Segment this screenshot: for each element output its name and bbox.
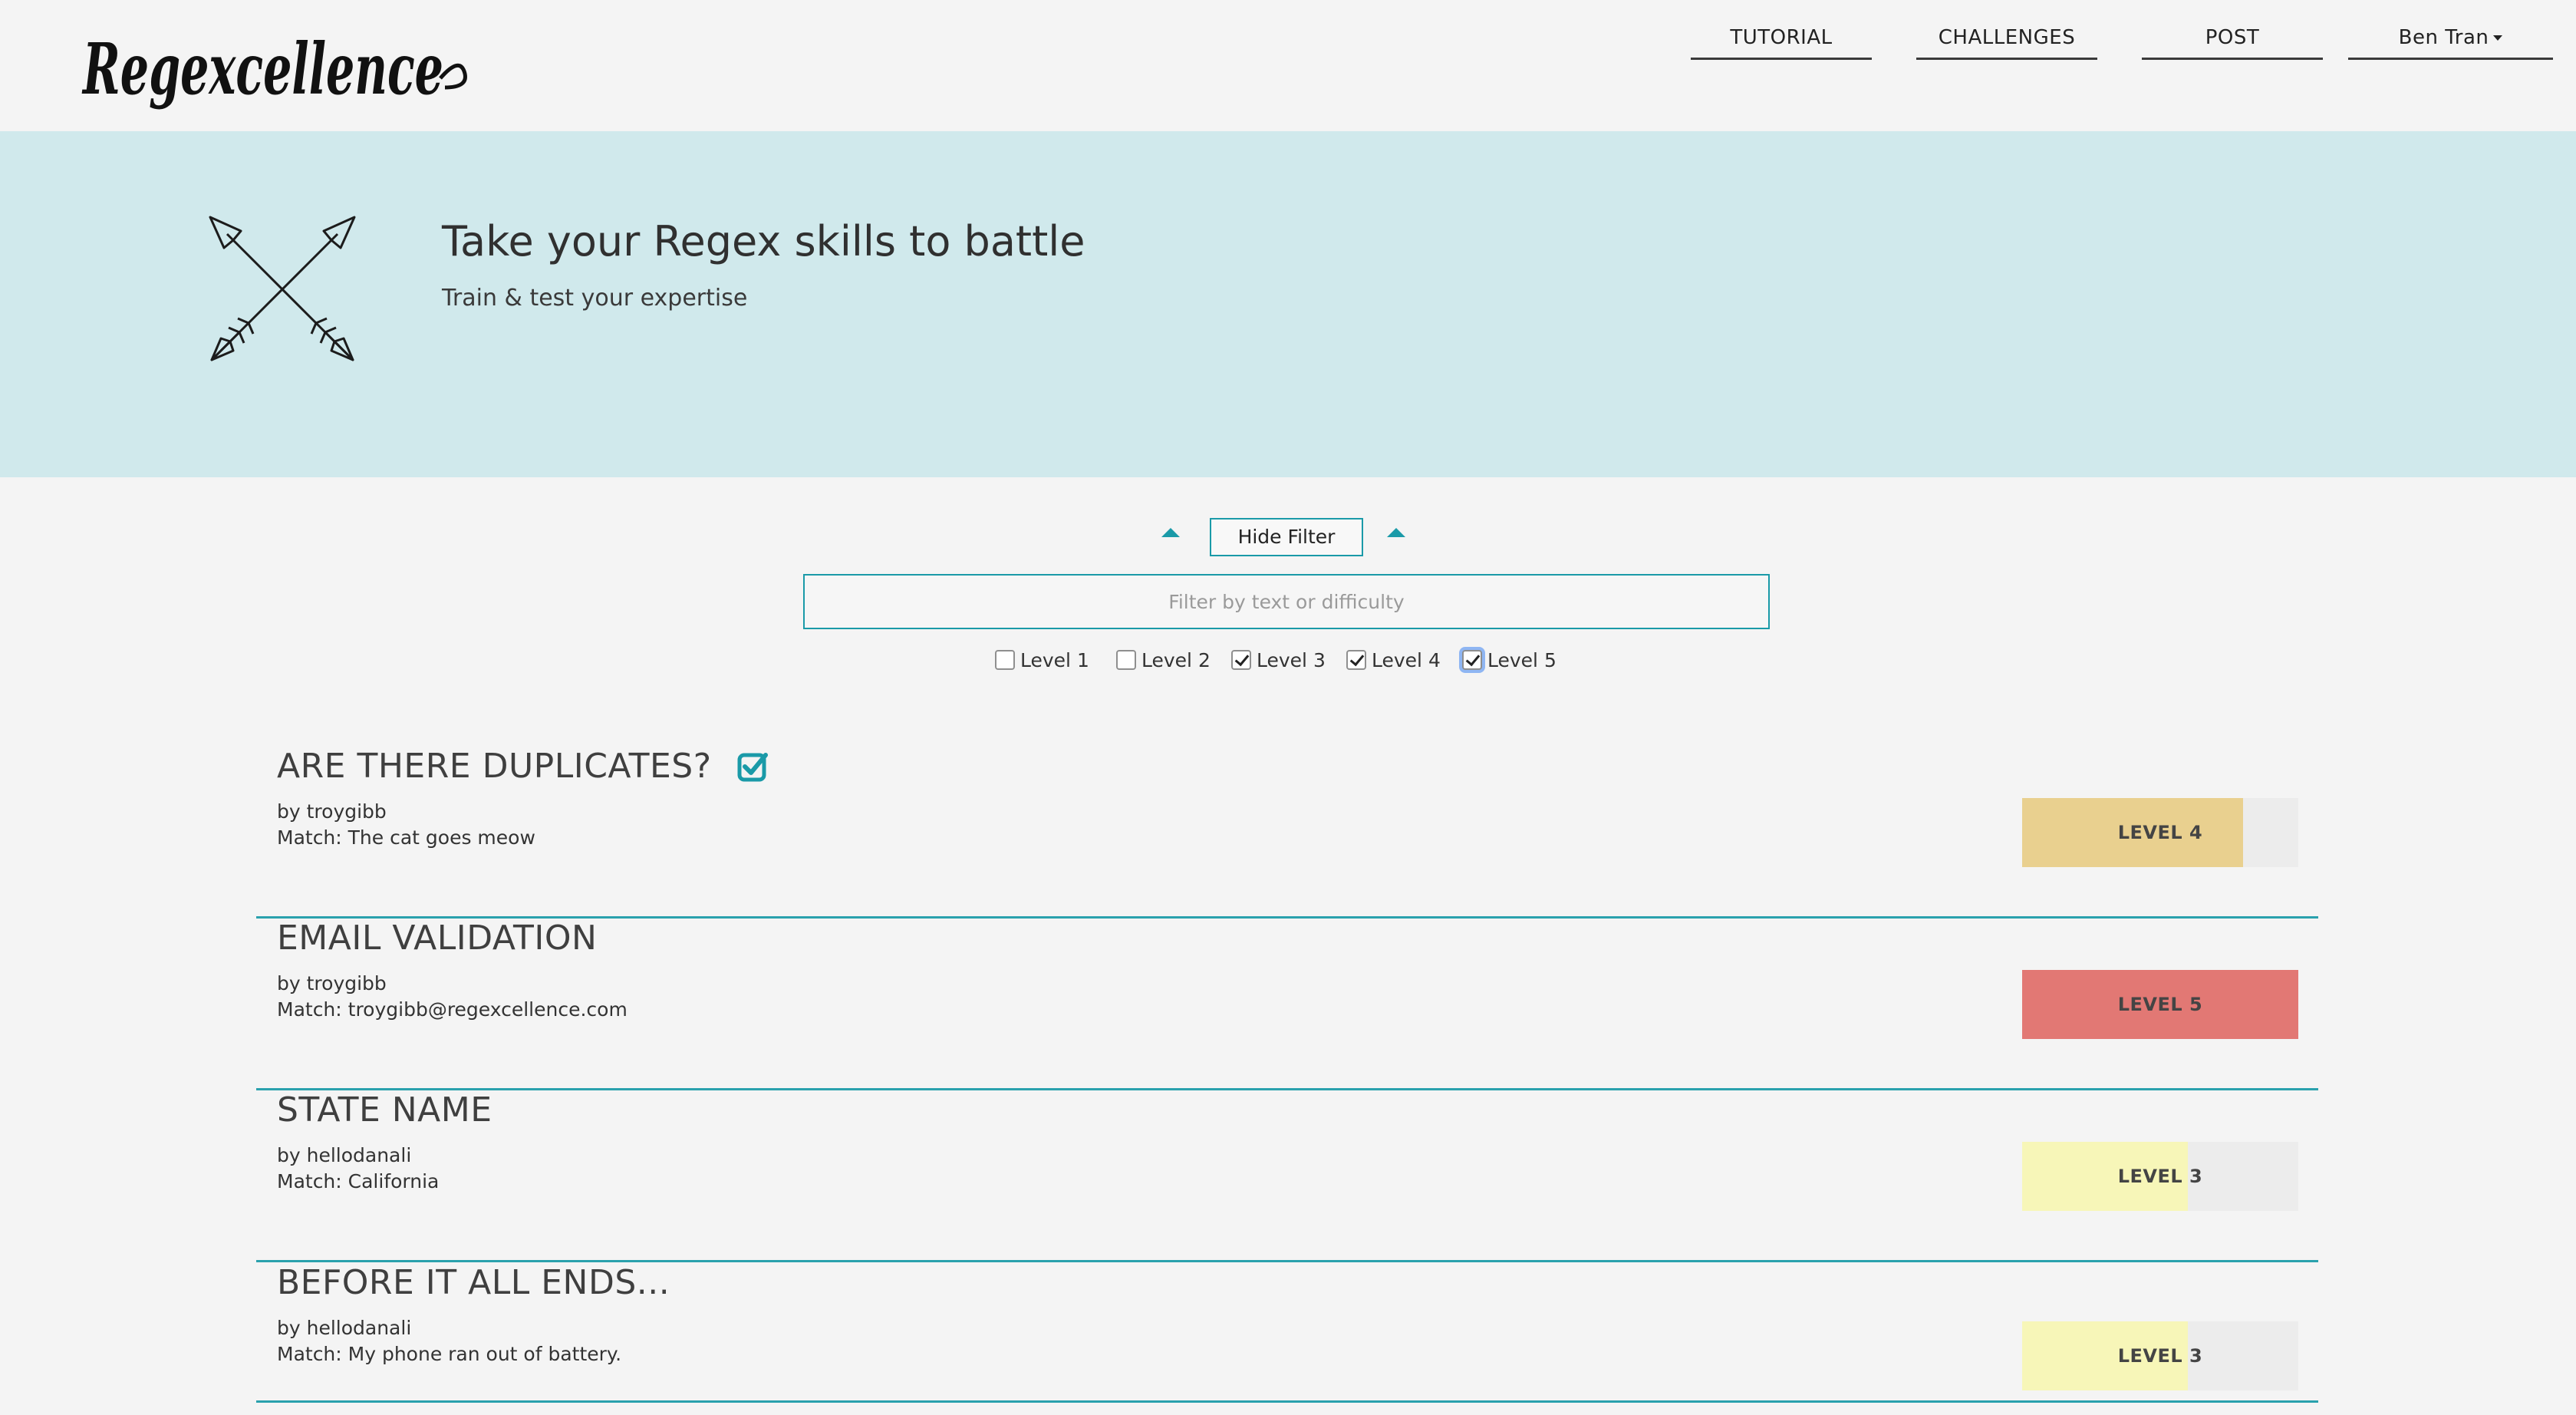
level-3-checkbox[interactable]: Level 3: [1231, 646, 1326, 674]
level-4-checkbox[interactable]: Level 4: [1346, 646, 1441, 674]
challenge-title-text: STATE NAME: [277, 1090, 492, 1130]
logo-text: Regexcellence: [81, 28, 443, 110]
challenge-title[interactable]: STATE NAME: [277, 1090, 492, 1130]
challenge-author: by hellodanali: [277, 1317, 412, 1339]
difficulty-badge[interactable]: LEVEL 3: [2022, 1321, 2298, 1390]
user-menu-dropdown[interactable]: Ben Tran: [2348, 20, 2553, 60]
level-2-checkbox[interactable]: Level 2: [1116, 646, 1211, 674]
challenge-title[interactable]: BEFORE IT ALL ENDS...: [277, 1263, 670, 1302]
hero-banner: Take your Regex skills to battle Train &…: [0, 131, 2576, 477]
nav-challenges[interactable]: CHALLENGES: [1916, 20, 2097, 60]
nav-tutorial[interactable]: TUTORIAL: [1691, 20, 1872, 60]
user-name: Ben Tran: [2398, 26, 2489, 49]
checkbox-box[interactable]: [1231, 650, 1251, 670]
collapse-arrow-right-icon[interactable]: [1387, 528, 1405, 537]
checkbox-box[interactable]: [1462, 650, 1482, 670]
crossed-arrows-icon: [209, 216, 356, 361]
challenge-item[interactable]: EMAIL VALIDATION by troygibb Match: troy…: [256, 919, 2318, 1090]
nav-post[interactable]: POST: [2142, 20, 2323, 60]
challenge-title[interactable]: ARE THERE DUPLICATES?: [277, 747, 769, 786]
difficulty-badge[interactable]: LEVEL 4: [2022, 798, 2298, 867]
caret-down-icon: [2493, 35, 2503, 41]
regexcellence-logo[interactable]: Regexcellence: [80, 8, 471, 130]
difficulty-badge[interactable]: LEVEL 5: [2022, 970, 2298, 1039]
completed-check-icon: [737, 752, 768, 781]
level-4-label: Level 4: [1372, 648, 1441, 671]
difficulty-label: LEVEL 5: [2117, 994, 2203, 1015]
challenge-author: by hellodanali: [277, 1144, 412, 1166]
nav-post-label: POST: [2205, 26, 2260, 49]
hide-filter-button[interactable]: Hide Filter: [1210, 518, 1363, 556]
challenge-title-text: EMAIL VALIDATION: [277, 919, 598, 958]
banner-subtitle: Train & test your expertise: [442, 285, 748, 312]
challenge-item[interactable]: BEFORE IT ALL ENDS... by hellodanali Mat…: [256, 1231, 2318, 1403]
challenge-item[interactable]: ARE THERE DUPLICATES? by troygibb Match:…: [256, 747, 2318, 919]
checkbox-box[interactable]: [1116, 650, 1136, 670]
collapse-arrow-left-icon[interactable]: [1161, 528, 1180, 537]
challenge-title-text: ARE THERE DUPLICATES?: [277, 747, 712, 786]
challenge-match: Match: troygibb@regexcellence.com: [277, 998, 628, 1021]
checkbox-box[interactable]: [995, 650, 1015, 670]
level-5-checkbox[interactable]: Level 5: [1462, 646, 1556, 674]
top-header: Regexcellence TUTORIAL CHALLENGES POST B…: [0, 0, 2576, 131]
challenge-title[interactable]: EMAIL VALIDATION: [277, 919, 597, 958]
challenge-match: Match: My phone ran out of battery.: [277, 1343, 622, 1365]
checkbox-box[interactable]: [1346, 650, 1366, 670]
level-5-label: Level 5: [1487, 648, 1556, 671]
difficulty-label: LEVEL 4: [2117, 822, 2203, 843]
challenge-author: by troygibb: [277, 972, 387, 994]
challenge-match: Match: California: [277, 1170, 440, 1192]
challenge-author: by troygibb: [277, 800, 387, 823]
level-1-checkbox[interactable]: Level 1: [995, 646, 1089, 674]
difficulty-label: LEVEL 3: [2117, 1345, 2203, 1367]
difficulty-label: LEVEL 3: [2117, 1166, 2203, 1187]
challenge-match: Match: The cat goes meow: [277, 826, 535, 849]
level-2-label: Level 2: [1141, 648, 1211, 671]
nav-challenges-label: CHALLENGES: [1938, 26, 2076, 49]
filter-input[interactable]: [803, 574, 1770, 629]
level-1-label: Level 1: [1020, 648, 1089, 671]
challenge-title-text: BEFORE IT ALL ENDS...: [277, 1263, 670, 1302]
nav-tutorial-label: TUTORIAL: [1730, 26, 1833, 49]
difficulty-badge[interactable]: LEVEL 3: [2022, 1142, 2298, 1211]
level-3-label: Level 3: [1257, 648, 1326, 671]
banner-title: Take your Regex skills to battle: [442, 217, 1085, 266]
